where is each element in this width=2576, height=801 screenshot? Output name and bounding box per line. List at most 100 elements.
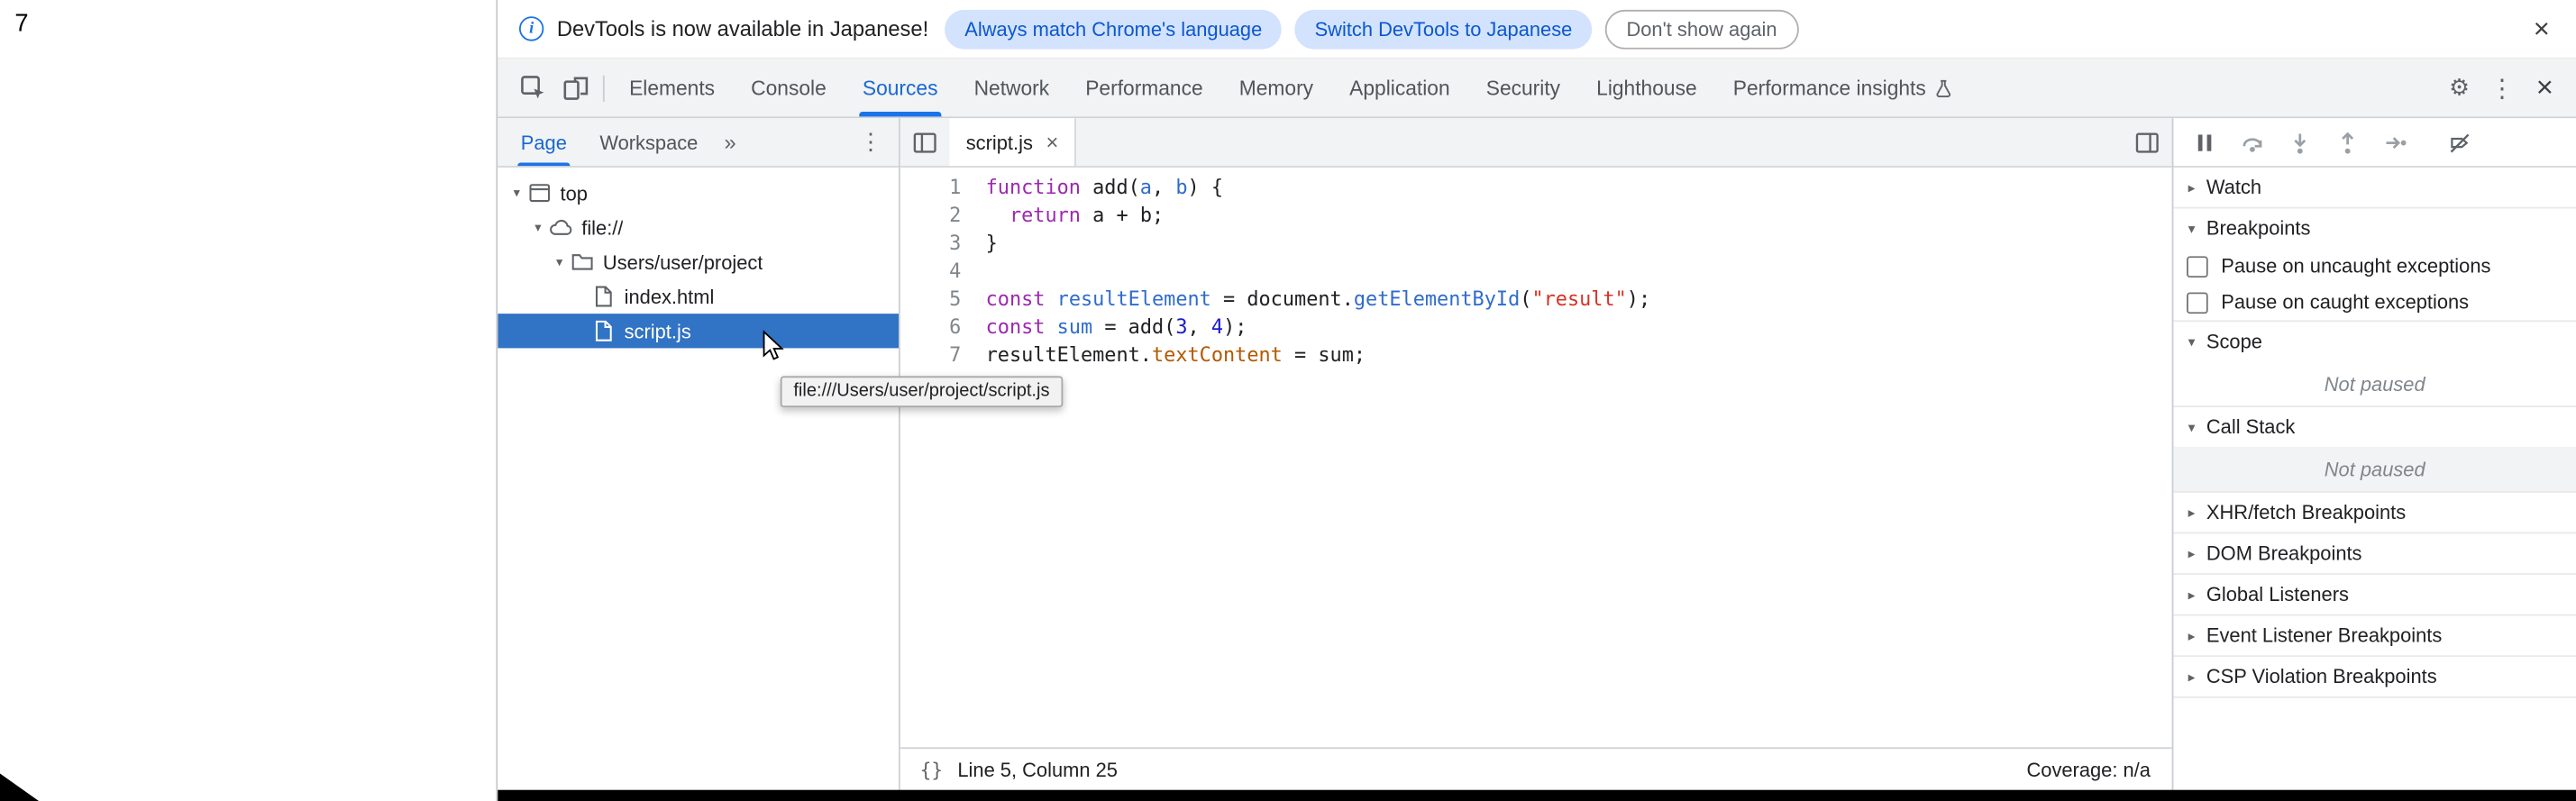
pause-icon[interactable] xyxy=(2193,131,2216,154)
checkbox-pause-on-uncaught-exceptions[interactable]: Pause on uncaught exceptions xyxy=(2173,248,2576,284)
debugger-sidebar: ▸Watch▾BreakpointsPause on uncaught exce… xyxy=(2172,118,2576,789)
editor-pane: script.js × 1function add(a, b) {2 retur… xyxy=(900,118,2172,789)
checkbox-pause-on-caught-exceptions[interactable]: Pause on caught exceptions xyxy=(2173,284,2576,320)
section-header-scope[interactable]: ▾Scope xyxy=(2173,322,2576,361)
page-content: 7 xyxy=(14,10,28,38)
section-watch: ▸Watch xyxy=(2173,168,2576,209)
code-token: resultElement. xyxy=(986,343,1152,367)
tab-performance[interactable]: Performance xyxy=(1067,59,1221,117)
pretty-print-icon[interactable]: {} xyxy=(920,758,943,781)
tab-lighthouse[interactable]: Lighthouse xyxy=(1578,59,1715,117)
code-line[interactable]: 2 return a + b; xyxy=(900,202,2172,230)
more-tabs-icon[interactable]: » xyxy=(715,118,746,166)
tab-application[interactable]: Application xyxy=(1331,59,1468,117)
always-match-language-button[interactable]: Always match Chrome's language xyxy=(945,9,1282,49)
navigator-menu-icon[interactable]: ⋮ xyxy=(849,118,891,166)
tab-performance-insights[interactable]: Performance insights xyxy=(1715,59,1972,117)
expand-arrow-icon[interactable]: ▾ xyxy=(529,220,547,234)
tree-item-top[interactable]: ▾top xyxy=(498,176,899,210)
toggle-debugger-sidebar-icon[interactable] xyxy=(2123,118,2172,166)
checkbox-box[interactable] xyxy=(2187,255,2208,277)
tab-label: Lighthouse xyxy=(1596,77,1696,100)
tree-item-script-js[interactable]: script.js xyxy=(498,314,899,348)
line-number[interactable]: 3 xyxy=(900,230,986,258)
section-header-dom-breakpoints[interactable]: ▸DOM Breakpoints xyxy=(2173,533,2576,573)
checkbox-label: Pause on caught exceptions xyxy=(2221,291,2469,314)
checkbox-box[interactable] xyxy=(2187,292,2208,314)
tab-workspace[interactable]: Workspace xyxy=(583,118,714,166)
section-header-event-listener-breakpoints[interactable]: ▸Event Listener Breakpoints xyxy=(2173,616,2576,656)
tab-security[interactable]: Security xyxy=(1468,59,1578,117)
tab-sources[interactable]: Sources xyxy=(845,59,956,117)
code-editor[interactable]: 1function add(a, b) {2 return a + b;3}45… xyxy=(900,168,2172,747)
chevron-right-icon: ▸ xyxy=(2182,504,2202,522)
step-icon[interactable] xyxy=(2384,131,2407,154)
tab-elements[interactable]: Elements xyxy=(611,59,733,117)
line-number[interactable]: 6 xyxy=(900,314,986,341)
inspect-icon[interactable] xyxy=(511,59,553,117)
section-title: DOM Breakpoints xyxy=(2206,542,2362,565)
tab-label: Performance xyxy=(1085,77,1202,100)
large-cursor xyxy=(0,773,40,801)
section-header-watch[interactable]: ▸Watch xyxy=(2173,168,2576,207)
code-token: ); xyxy=(1627,287,1650,311)
code-line[interactable]: 6const sum = add(3, 4); xyxy=(900,314,2172,341)
mouse-cursor xyxy=(763,330,784,361)
section-header-call-stack[interactable]: ▾Call Stack xyxy=(2173,407,2576,447)
tree-item-index-html[interactable]: index.html xyxy=(498,279,899,314)
tree-item-file[interactable]: ▾file:// xyxy=(498,210,899,244)
tab-label: Sources xyxy=(863,77,938,100)
toolbar-divider xyxy=(603,75,605,101)
infobar: i DevTools is now available in Japanese!… xyxy=(498,0,2576,59)
line-number[interactable]: 4 xyxy=(900,258,986,286)
section-header-global-listeners[interactable]: ▸Global Listeners xyxy=(2173,575,2576,614)
editor-tab-label: script.js xyxy=(966,131,1033,154)
tab-network[interactable]: Network xyxy=(956,59,1068,117)
toggle-navigator-icon[interactable] xyxy=(900,118,950,166)
device-toolbar-icon[interactable] xyxy=(553,59,596,117)
code-text: function add(a, b) { xyxy=(986,174,1223,202)
folder-icon xyxy=(570,250,594,274)
tab-page[interactable]: Page xyxy=(505,118,584,166)
settings-gear-icon[interactable]: ⚙ xyxy=(2438,74,2480,102)
dont-show-again-button[interactable]: Don't show again xyxy=(1605,9,1799,49)
editor-tab-script-js[interactable]: script.js × xyxy=(950,118,1077,166)
screen: 7 i DevTools is now available in Japanes… xyxy=(0,0,2576,801)
step-out-icon[interactable] xyxy=(2336,131,2360,154)
infobar-close-icon[interactable]: × xyxy=(2526,14,2556,42)
code-token: a xyxy=(1140,176,1152,199)
step-into-icon[interactable] xyxy=(2288,131,2312,154)
code-line[interactable]: 7resultElement.textContent = sum; xyxy=(900,341,2172,369)
toolbar-right: ⚙ ⋮ × xyxy=(2438,59,2576,117)
editor-tabbar: script.js × xyxy=(900,118,2172,168)
code-line[interactable]: 1function add(a, b) { xyxy=(900,174,2172,202)
tab-memory[interactable]: Memory xyxy=(1221,59,1331,117)
expand-arrow-icon[interactable]: ▾ xyxy=(551,255,569,269)
code-line[interactable]: 4 xyxy=(900,258,2172,286)
code-token: b xyxy=(1175,176,1187,199)
switch-to-japanese-button[interactable]: Switch DevTools to Japanese xyxy=(1295,9,1592,49)
section-header-xhr-fetch-breakpoints[interactable]: ▸XHR/fetch Breakpoints xyxy=(2173,493,2576,532)
close-devtools-icon[interactable]: × xyxy=(2524,70,2566,105)
section-header-breakpoints[interactable]: ▾Breakpoints xyxy=(2173,208,2576,248)
tree-item-users-user-project[interactable]: ▾Users/user/project xyxy=(498,245,899,279)
section-breakpoints: ▾BreakpointsPause on uncaught exceptions… xyxy=(2173,208,2576,322)
debugger-sections: ▸Watch▾BreakpointsPause on uncaught exce… xyxy=(2173,168,2576,698)
line-number[interactable]: 7 xyxy=(900,341,986,369)
code-line[interactable]: 3} xyxy=(900,230,2172,258)
code-line[interactable]: 5const resultElement = document.getEleme… xyxy=(900,286,2172,314)
line-number[interactable]: 5 xyxy=(900,286,986,314)
more-options-icon[interactable]: ⋮ xyxy=(2480,73,2523,103)
deactivate-breakpoints-icon[interactable] xyxy=(2448,131,2471,154)
section-title: XHR/fetch Breakpoints xyxy=(2206,501,2406,524)
close-tab-icon[interactable]: × xyxy=(1046,130,1058,154)
code-token: , xyxy=(1152,176,1175,199)
expand-arrow-icon[interactable]: ▾ xyxy=(507,186,525,200)
tab-console[interactable]: Console xyxy=(733,59,845,117)
step-over-icon[interactable] xyxy=(2241,131,2264,154)
section-header-csp-violation-breakpoints[interactable]: ▸CSP Violation Breakpoints xyxy=(2173,657,2576,696)
line-number[interactable]: 1 xyxy=(900,174,986,202)
tab-label: Elements xyxy=(629,77,715,100)
line-number[interactable]: 2 xyxy=(900,202,986,230)
spacer xyxy=(1076,118,2123,166)
